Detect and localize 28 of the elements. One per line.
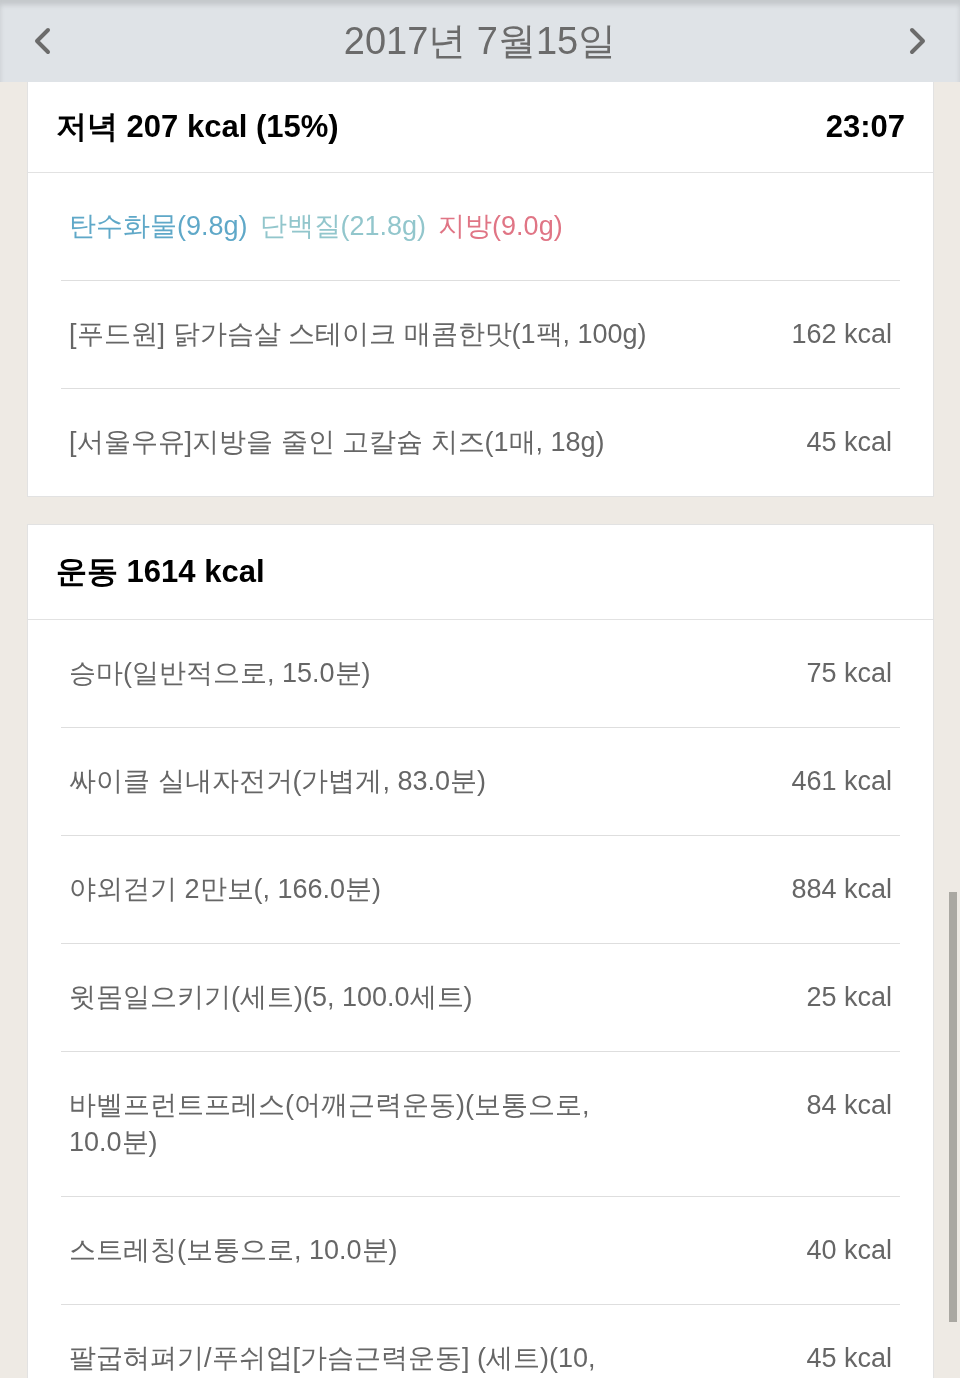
macro-amount: 탄수화물(9.8g) [69,210,248,243]
exercise-title: 운동 1614 kcal [56,552,265,591]
item-calories: 84 kcal [806,1089,892,1122]
item-calories: 45 kcal [806,1342,892,1375]
item-name: 야외걷기 2만보(, 166.0분) [69,873,383,906]
item-calories: 25 kcal [806,981,892,1014]
macro-amount: 지방(9.0g) [438,210,563,243]
item-name: [푸드원] 닭가슴살 스테이크 매콤한맛(1팩, 100g) [69,318,648,351]
chevron-right-icon [908,27,928,55]
item-name: 스트레칭(보통으로, 10.0분) [69,1234,399,1267]
meal-time: 23:07 [825,107,905,146]
item-name: [서울우유]지방을 줄인 고칼슘 치즈(1매, 18g) [69,426,606,459]
chevron-left-icon [32,27,52,55]
date-title: 2017년 7월15일 [343,19,617,63]
macro-amount: 단백질(21.8g) [259,210,427,243]
item-calories: 461 kcal [791,765,892,798]
item-calories: 40 kcal [806,1234,892,1267]
item-name: 승마(일반적으로, 15.0분) [69,657,372,690]
item-calories: 884 kcal [791,873,892,906]
item-name: 싸이클 실내자전거(가볍게, 83.0분) [69,765,488,798]
item-name: 바벨프런트프레스(어깨근력운동)(보통으로, 10.0분) [69,1089,591,1159]
item-name: 윗몸일으키기(세트)(5, 100.0세트) [69,981,474,1014]
item-name: 팔굽혀펴기/푸쉬업[가슴근력운동] (세트)(10, [69,1342,597,1375]
meal-title: 저녁 207 kcal (15%) [56,107,339,146]
scrollbar-thumb[interactable] [949,892,957,1322]
item-calories: 162 kcal [791,318,892,351]
item-calories: 75 kcal [806,657,892,690]
item-calories: 45 kcal [806,426,892,459]
